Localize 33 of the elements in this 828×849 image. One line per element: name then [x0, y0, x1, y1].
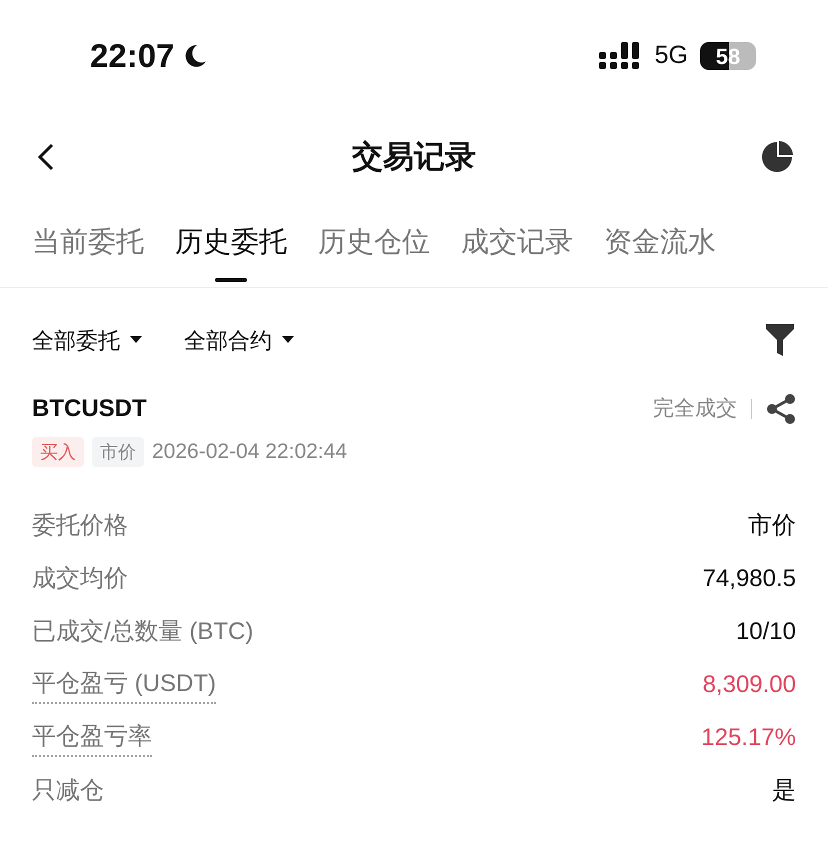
field-label: 只减仓: [32, 776, 104, 806]
field-label: 成交均价: [32, 564, 128, 594]
filter-dropdown[interactable]: 全部合约: [184, 324, 294, 356]
tab[interactable]: 历史仓位: [318, 222, 430, 282]
side-tag: 买入: [32, 436, 84, 467]
field-label: 平仓盈亏 (USDT): [32, 666, 216, 704]
field-value: 是: [772, 776, 796, 806]
type-tag: 市价: [92, 436, 144, 467]
field-label: 已成交/总数量 (BTC): [32, 617, 254, 647]
caret-icon: [282, 336, 294, 344]
tab[interactable]: 历史委托: [175, 222, 287, 282]
order-status: 完全成交: [653, 396, 737, 422]
tab[interactable]: 成交记录: [461, 222, 573, 282]
tab[interactable]: 当前委托: [32, 222, 144, 282]
symbol-name: BTCUSDT: [32, 394, 147, 424]
field-value: 125.17%: [701, 723, 796, 753]
share-icon[interactable]: [766, 393, 796, 425]
tab[interactable]: 资金流水: [604, 222, 716, 282]
page-title: 交易记录: [352, 138, 476, 176]
field-value: 10/10: [736, 617, 796, 647]
filter-icon[interactable]: [766, 324, 794, 356]
field-value: 74,980.5: [702, 564, 796, 594]
field-value: 市价: [748, 511, 796, 541]
status-time: 22:07: [90, 36, 174, 76]
back-icon[interactable]: [36, 142, 56, 172]
order-time: 2026-02-04 22:02:44: [152, 439, 347, 465]
field-label: 平仓盈亏率: [32, 719, 152, 757]
network-label: 5G: [654, 40, 688, 72]
pie-chart-icon[interactable]: [760, 140, 794, 174]
field-value: 8,309.00: [702, 670, 796, 700]
filter-dropdown[interactable]: 全部委托: [32, 324, 142, 356]
field-label: 委托价格: [32, 511, 128, 541]
caret-icon: [130, 336, 142, 344]
